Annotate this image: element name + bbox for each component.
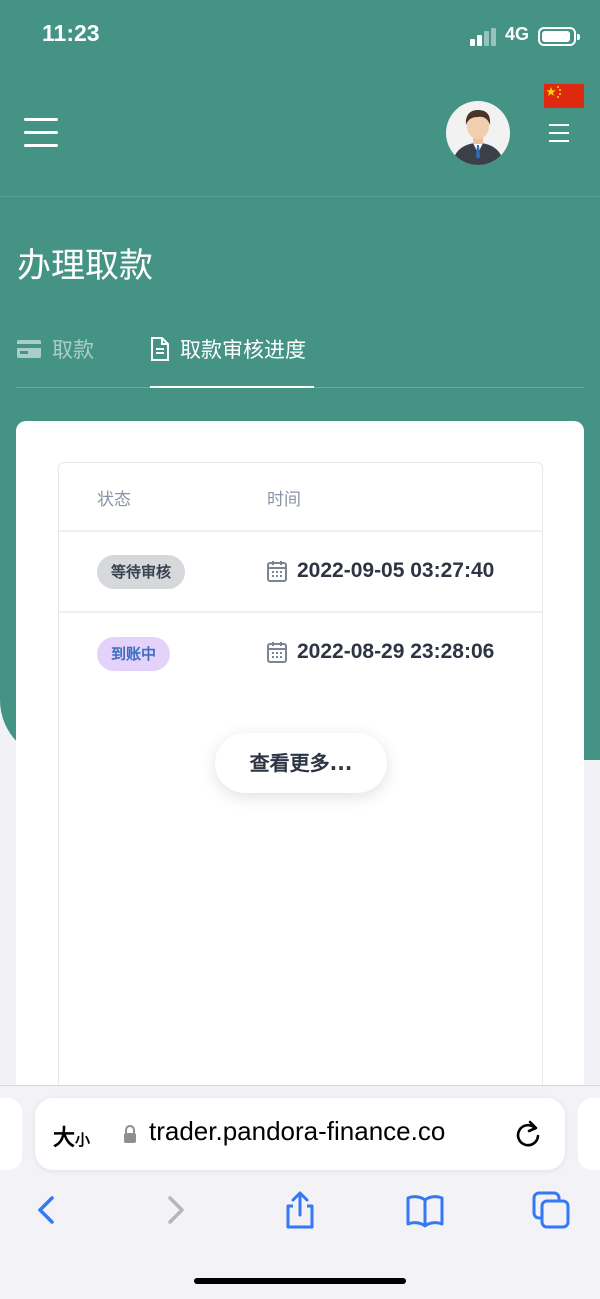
home-indicator [194,1278,406,1284]
user-avatar-icon[interactable] [446,101,510,165]
lock-icon [124,1125,136,1143]
row-datetime: 2022-09-05 03:27:40 [267,559,494,583]
page-title: 办理取款 [17,246,153,286]
load-more-button[interactable]: 查看更多... [215,733,387,793]
status-badge: 到账中 [97,637,171,671]
header-divider-line [59,530,542,532]
network-type: 4G [505,24,530,44]
tab-progress-label: 取款审核进度 [180,338,306,362]
share-icon[interactable] [280,1190,320,1230]
tabs-icon[interactable] [531,1190,571,1230]
row-time: 2022-08-29 23:28:06 [297,640,495,663]
header-divider [0,196,600,197]
row-divider-line [59,611,542,613]
progress-table: 状态 时间 等待审核 2022-09-05 03:27:40 到账中 2022-… [58,462,543,1122]
tab-withdraw-label: 取款 [52,338,94,362]
menu-lines-icon[interactable] [549,124,571,144]
calendar-icon [267,561,287,582]
browser-toolbar: 大小 trader.pandora-finance.co [0,1085,600,1299]
hamburger-menu-button[interactable] [24,118,58,148]
status-bar: 11:23 4G [0,0,600,72]
reload-icon[interactable] [513,1118,543,1150]
row-datetime: 2022-08-29 23:28:06 [267,640,494,664]
row-time: 2022-09-05 03:27:40 [297,559,495,582]
column-header-time: 时间 [267,490,301,510]
signal-icon [470,28,498,46]
bookmarks-icon[interactable] [405,1190,445,1230]
address-bar[interactable]: 大小 trader.pandora-finance.co [35,1098,565,1170]
text-size-button[interactable]: 大小 [53,1120,90,1152]
forward-icon[interactable] [156,1190,196,1230]
back-icon[interactable] [26,1190,66,1230]
status-badge: 等待审核 [97,555,186,589]
tab-withdraw-progress[interactable]: 取款审核进度 [150,330,314,388]
tab-bar: 取款 取款审核进度 [16,330,584,388]
battery-icon [538,27,580,46]
status-time: 11:23 [42,20,100,46]
next-tab-preview[interactable] [578,1098,600,1170]
column-header-status: 状态 [97,490,131,510]
china-flag-icon[interactable] [544,84,584,108]
credit-card-icon [17,340,41,358]
document-icon [151,337,169,361]
previous-tab-preview[interactable] [0,1098,22,1170]
progress-card: 状态 时间 等待审核 2022-09-05 03:27:40 到账中 2022-… [16,421,584,1122]
tab-withdraw[interactable]: 取款 [16,330,94,388]
url-text: trader.pandora-finance.co [149,1116,446,1146]
calendar-icon [267,642,287,663]
